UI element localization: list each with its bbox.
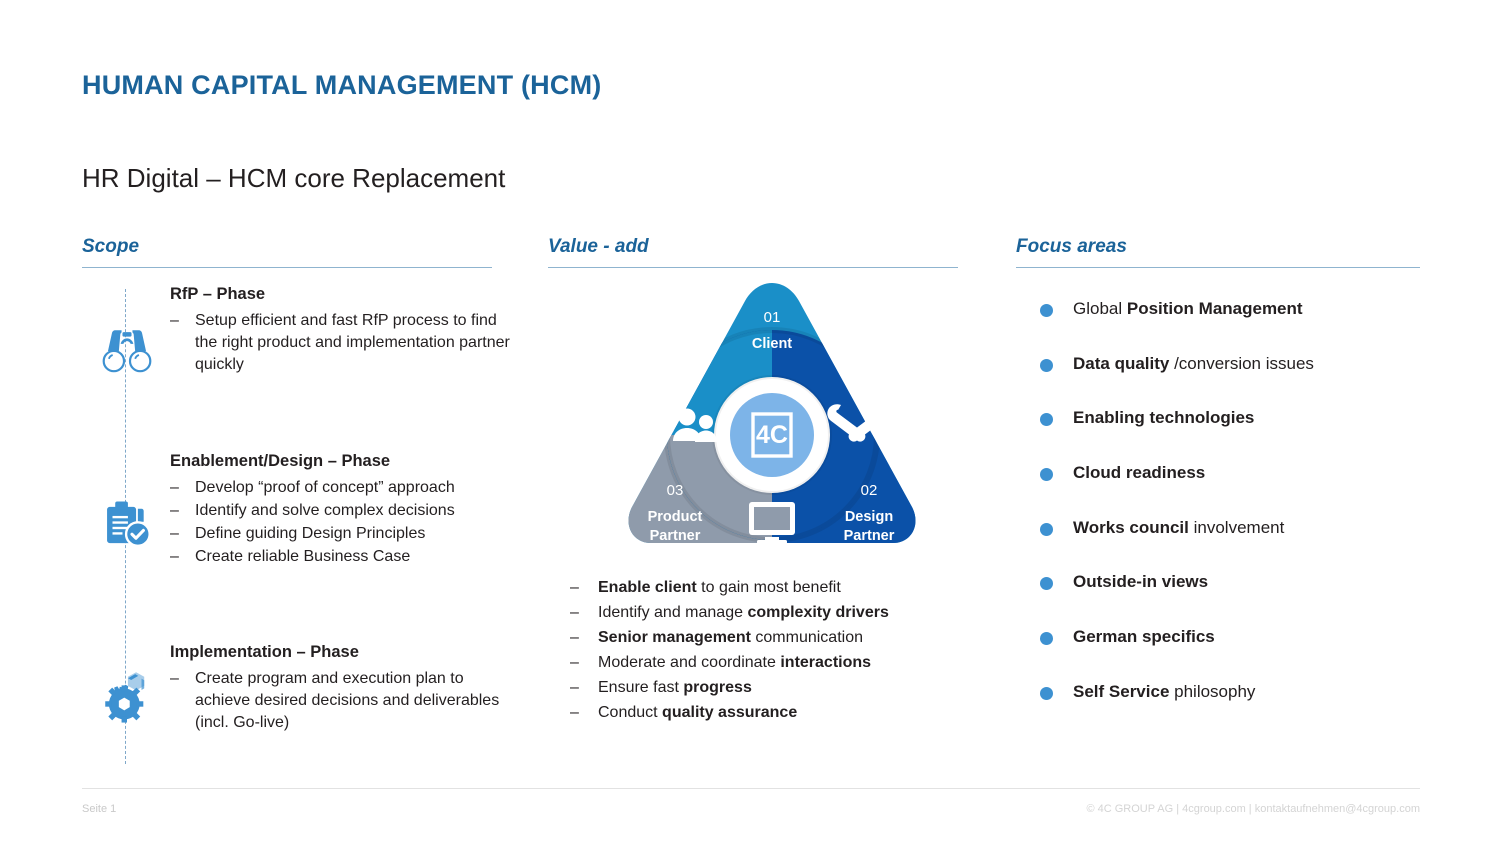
sector-number-client: 01 <box>764 309 781 326</box>
value-item-text: Enable client to gain most benefit <box>598 579 841 596</box>
column-header-value-add: Value - add <box>548 236 958 268</box>
focus-item-text: Self Service philosophy <box>1073 681 1256 701</box>
scope-list-item: – Create reliable Business Case <box>170 546 512 568</box>
partnership-triangle-diagram: 4C 01 Client 02 Design Partner 03 Produc… <box>607 275 937 565</box>
scope-item-text: Create program and execution plan to ach… <box>195 670 500 732</box>
scope-body-enablement: Enablement/Design – Phase – Develop “pro… <box>170 452 512 569</box>
focus-item-text: Works council involvement <box>1073 517 1285 537</box>
bullet-icon <box>1040 577 1053 591</box>
focus-list-item: Data quality /conversion issues <box>1016 353 1436 374</box>
bullet-icon <box>1040 304 1053 317</box>
focus-list-item: Self Service philosophy <box>1016 681 1436 702</box>
focus-list-item: Global Position Management <box>1016 299 1436 319</box>
column-header-scope: Scope <box>82 236 492 268</box>
bullet-icon <box>1040 468 1053 482</box>
bullet-icon <box>1040 522 1053 536</box>
dash-marker: – <box>170 670 179 687</box>
scope-list-item: – Define guiding Design Principles <box>170 523 512 545</box>
sector-label-product-partner-line2: Partner <box>650 528 701 544</box>
dash-marker: – <box>170 312 179 329</box>
dash-marker: – <box>170 548 179 566</box>
page-subtitle: HR Digital – HCM core Replacement <box>82 163 506 193</box>
focus-list-item: Works council involvement <box>1016 517 1436 538</box>
value-list-item: – Senior management communication <box>570 630 970 646</box>
scope-item-text: Develop “proof of concept” approach <box>195 479 455 496</box>
focus-item-text: Cloud readiness <box>1073 463 1206 483</box>
sector-label-design-partner-line1: Design <box>845 509 893 525</box>
dash-marker: – <box>170 502 179 520</box>
value-add-column: 4C 01 Client 02 Design Partner 03 Produc… <box>548 275 968 721</box>
focus-item-text: Outside-in views <box>1073 572 1209 592</box>
value-list-item: – Conduct quality assurance <box>570 705 970 721</box>
value-list-item: – Enable client to gain most benefit <box>570 580 970 596</box>
scope-list-item: – Identify and solve complex decisions <box>170 500 512 522</box>
sector-number-product-partner: 03 <box>667 482 684 499</box>
dash-marker: – <box>170 525 179 543</box>
value-item-text: Identify and manage complexity drivers <box>598 604 889 621</box>
scope-list-item: – Develop “proof of concept” approach <box>170 477 512 499</box>
bullet-icon <box>1040 358 1053 372</box>
value-item-text: Senior management communication <box>598 629 863 646</box>
value-item-text: Conduct quality assurance <box>598 704 798 721</box>
dash-marker: – <box>570 679 579 696</box>
scope-list-item: – Setup efficient and fast RfP process t… <box>170 310 512 376</box>
scope-body-rfp: RfP – Phase – Setup efficient and fast R… <box>170 285 512 377</box>
focus-areas-column: Global Position Management Data quality … <box>1016 299 1436 738</box>
scope-heading: Implementation – Phase <box>170 643 359 661</box>
sector-number-design-partner: 02 <box>861 482 878 499</box>
value-list-item: – Identify and manage complexity drivers <box>570 605 970 621</box>
bullet-icon <box>1040 413 1053 427</box>
scope-heading: RfP – Phase <box>170 285 266 303</box>
sector-label-client: Client <box>752 336 792 352</box>
sector-label-design-partner-line2: Partner <box>844 528 895 544</box>
focus-list-item: Enabling technologies <box>1016 409 1436 428</box>
clipboard-check-icon <box>98 496 156 554</box>
footer-page-number: Seite 1 <box>82 803 117 815</box>
focus-item-text: German specifics <box>1073 627 1215 647</box>
logo-text: 4C <box>756 421 788 449</box>
scope-body-implementation: Implementation – Phase – Create program … <box>170 643 512 735</box>
bullet-icon <box>1040 632 1053 646</box>
column-header-focus-areas: Focus areas <box>1016 236 1420 268</box>
scope-list-item: – Create program and execution plan to a… <box>170 668 512 734</box>
binoculars-icon <box>98 323 156 381</box>
bullet-icon <box>1040 686 1053 700</box>
scope-heading: Enablement/Design – Phase <box>170 452 391 470</box>
page-title: HUMAN CAPITAL MANAGEMENT (HCM) <box>82 70 602 100</box>
scope-item-text: Identify and solve complex decisions <box>195 502 455 520</box>
gears-icon <box>98 665 156 723</box>
sector-label-product-partner-line1: Product <box>648 509 703 525</box>
focus-item-text: Data quality /conversion issues <box>1073 353 1314 373</box>
scope-item-text: Create reliable Business Case <box>195 548 411 566</box>
focus-item-text: Global Position Management <box>1073 299 1303 318</box>
value-item-text: Ensure fast progress <box>598 679 752 696</box>
dash-marker: – <box>570 629 579 646</box>
dash-marker: – <box>570 579 579 596</box>
dash-marker: – <box>570 654 579 671</box>
dash-marker: – <box>570 704 579 721</box>
focus-item-text: Enabling technologies <box>1073 408 1255 428</box>
value-list-item: – Ensure fast progress <box>570 680 970 696</box>
scope-column: RfP – Phase – Setup efficient and fast R… <box>82 285 512 765</box>
scope-item-text: Define guiding Design Principles <box>195 525 426 543</box>
value-add-list: – Enable client to gain most benefit – I… <box>570 580 970 730</box>
value-item-text: Moderate and coordinate interactions <box>598 654 872 671</box>
footer-copyright: © 4C GROUP AG | 4cgroup.com | kontaktauf… <box>1086 803 1420 815</box>
focus-list-item: Cloud readiness <box>1016 463 1436 483</box>
dash-marker: – <box>570 604 579 621</box>
scope-item-text: Setup efficient and fast RfP process to … <box>195 312 510 374</box>
value-list-item: – Moderate and coordinate interactions <box>570 655 970 671</box>
footer-divider <box>82 788 1420 789</box>
focus-list-item: Outside-in views <box>1016 573 1436 592</box>
focus-list-item: German specifics <box>1016 627 1436 647</box>
dash-marker: – <box>170 479 179 496</box>
